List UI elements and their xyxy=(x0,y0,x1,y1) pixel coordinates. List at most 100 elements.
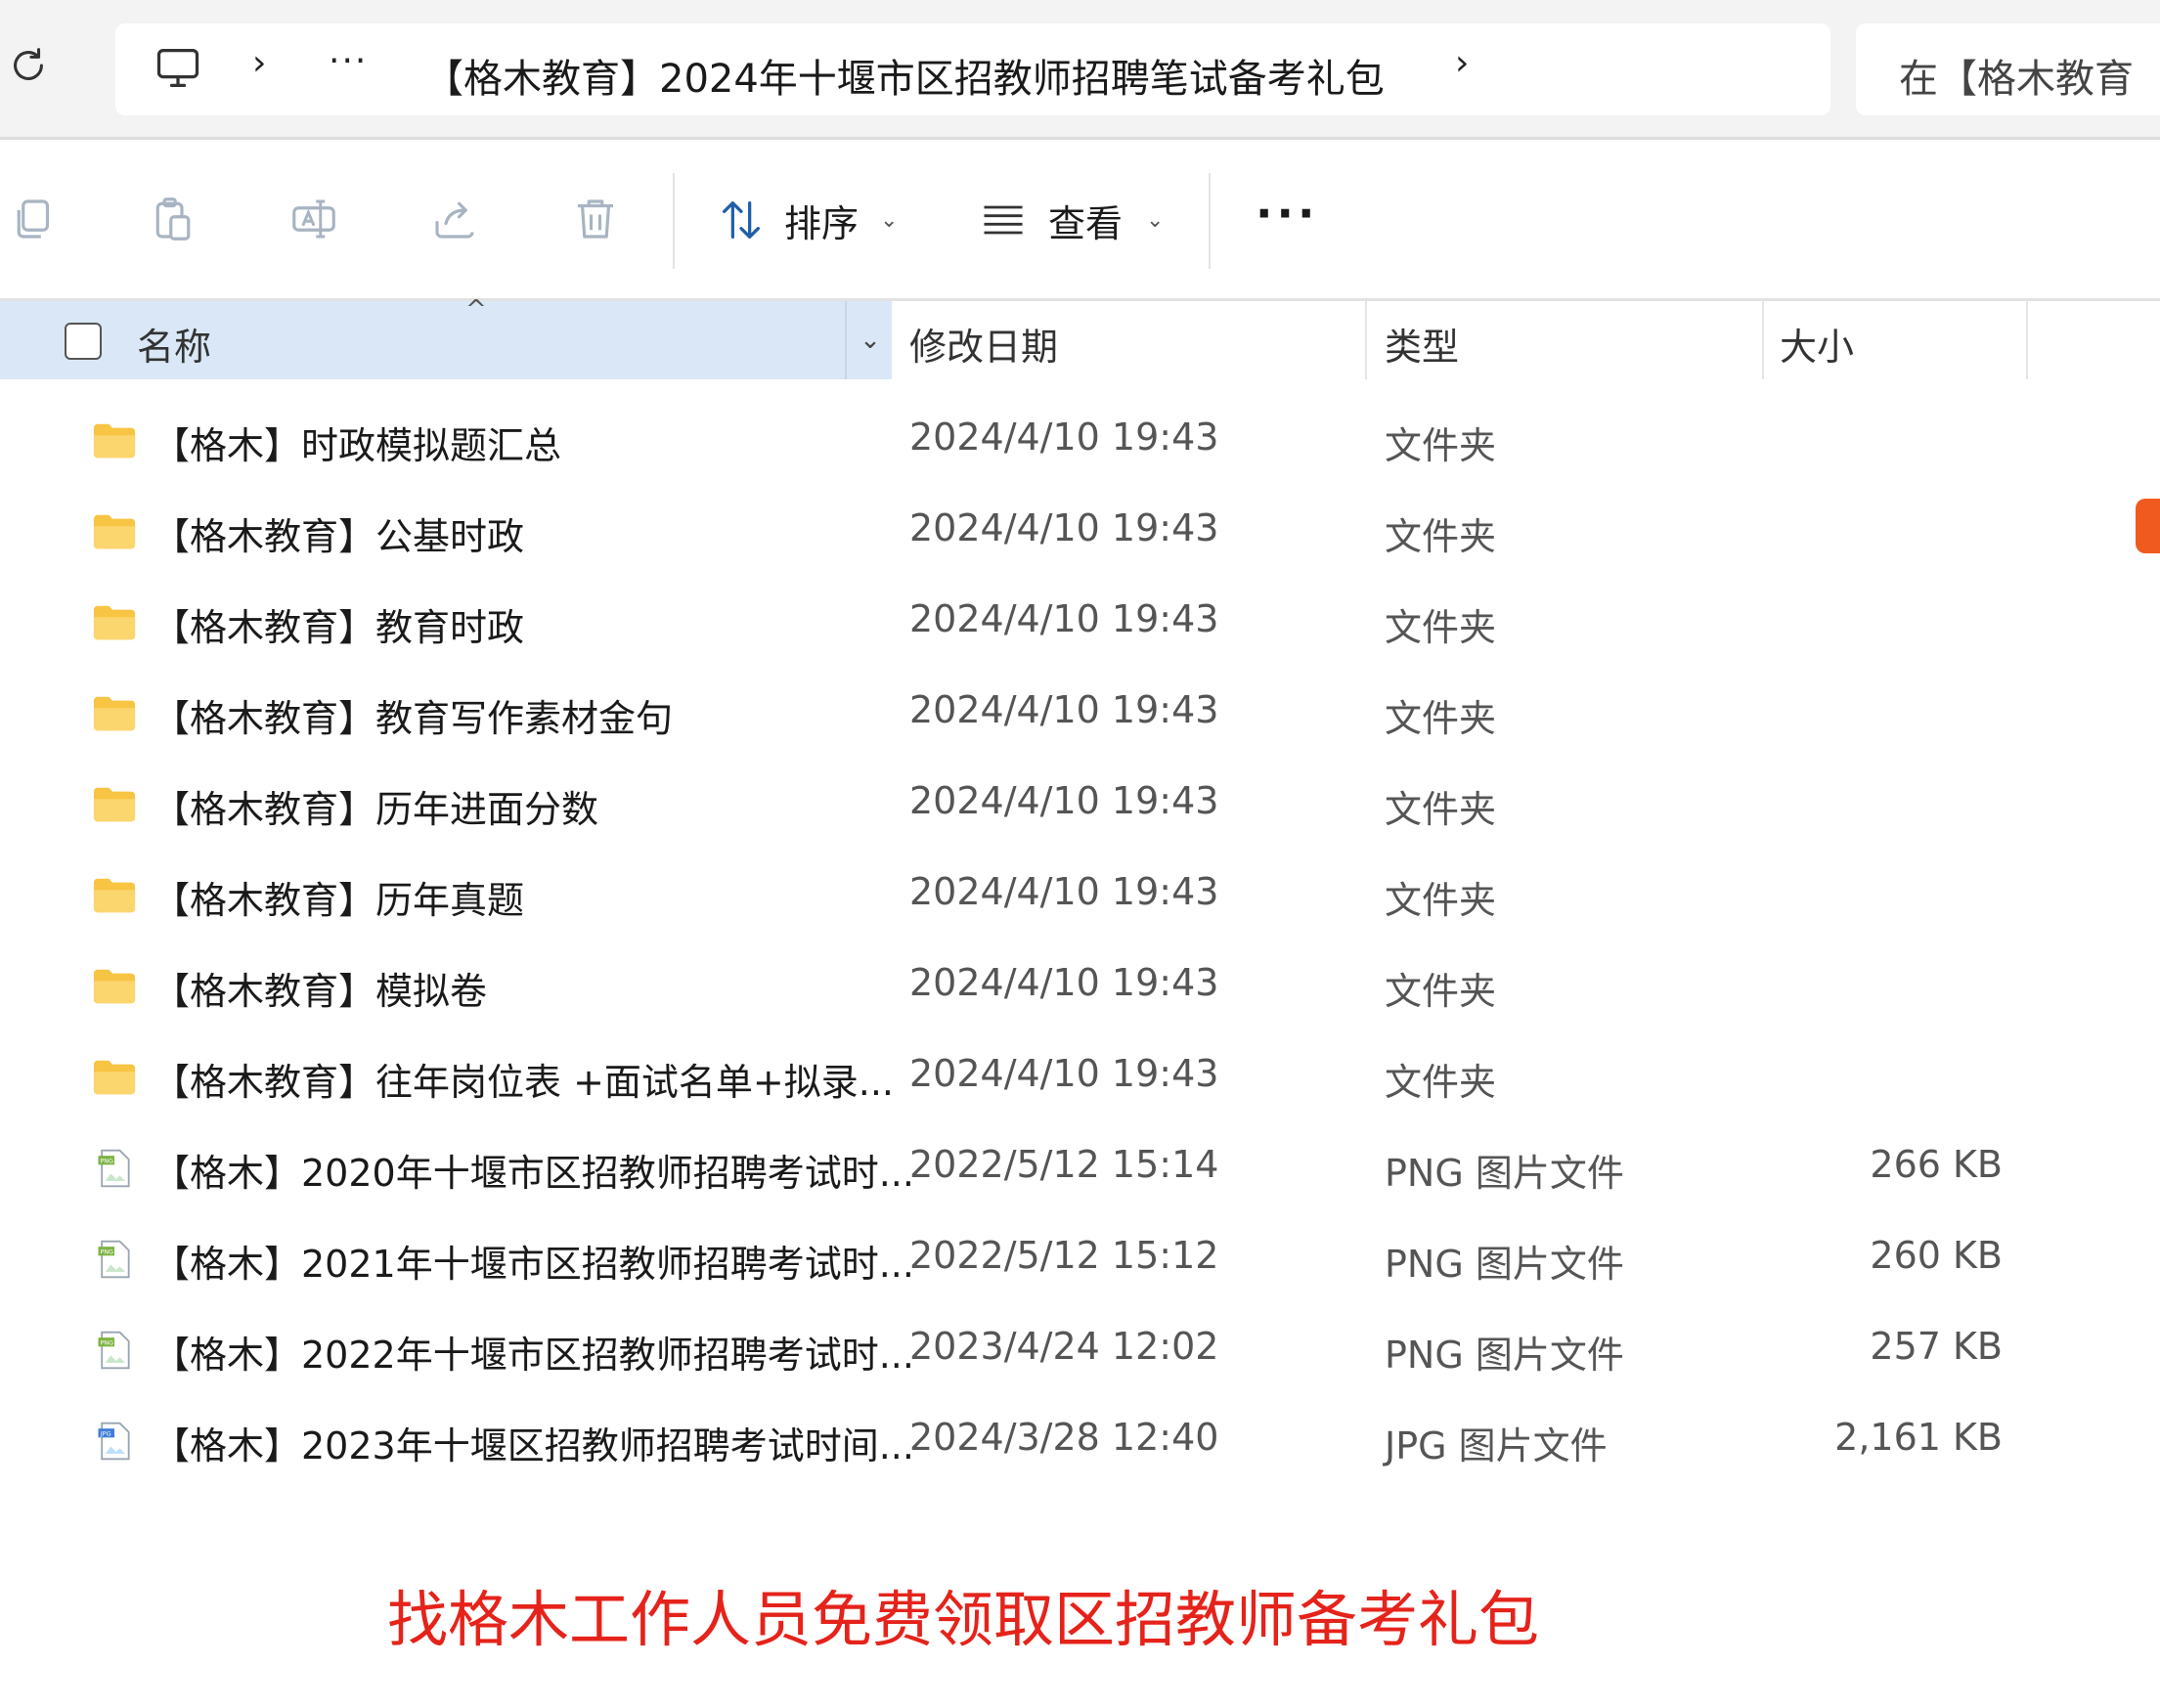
column-divider[interactable] xyxy=(1762,301,1764,379)
address-bar-region: › ··· 【格木教育】2024年十堰市区招教师招聘笔试备考礼包 › 在【格木教… xyxy=(0,0,2160,140)
file-type: PNG 图片文件 xyxy=(1385,1152,1624,1195)
file-type: 文件夹 xyxy=(1385,970,1497,1013)
file-row[interactable]: PNG 【格木】2021年十堰市区招教师招聘考试时... 2022/5/12 1… xyxy=(0,1214,2160,1305)
column-header-row: 名称 ^ ⌄ 修改日期 类型 大小 xyxy=(0,295,2160,379)
svg-text:PNG: PNG xyxy=(100,1248,113,1256)
breadcrumb-chevron-icon[interactable]: › xyxy=(252,43,266,83)
file-type: 文件夹 xyxy=(1385,424,1497,467)
column-divider[interactable] xyxy=(2026,301,2028,379)
promo-banner-text: 找格木工作人员免费领取区招教师备考礼包 xyxy=(386,1584,1539,1655)
select-all-checkbox[interactable] xyxy=(65,323,102,360)
file-type: JPG 图片文件 xyxy=(1385,1424,1608,1467)
file-date: 2022/5/12 15:14 xyxy=(909,1143,1219,1186)
file-name: 【格木教育】模拟卷 xyxy=(153,970,488,1013)
file-list: 【格木】时政模拟题汇总 2024/4/10 19:43 文件夹 【格木教育】公基… xyxy=(0,396,2160,1487)
file-size: 257 KB xyxy=(1870,1325,2003,1368)
sort-icon xyxy=(723,201,760,239)
chevron-down-icon: ⌄ xyxy=(880,207,899,233)
file-date: 2024/4/10 19:43 xyxy=(909,961,1219,1004)
file-row[interactable]: JPG 【格木】2023年十堰区招教师招聘考试时间... 2024/3/28 1… xyxy=(0,1396,2160,1487)
folder-icon xyxy=(93,423,136,459)
file-name: 【格木】2021年十堰市区招教师招聘考试时... xyxy=(153,1243,914,1286)
column-divider[interactable] xyxy=(1365,301,1367,379)
png-file-icon: PNG xyxy=(98,1149,130,1188)
file-name: 【格木教育】往年岗位表 +面试名单+拟录... xyxy=(153,1061,894,1104)
search-placeholder: 在【格木教育 xyxy=(1899,57,2134,102)
copy-icon[interactable] xyxy=(8,193,61,245)
sort-ascending-icon: ^ xyxy=(465,295,487,325)
file-date: 2024/4/10 19:43 xyxy=(909,688,1219,731)
file-row[interactable]: 【格木教育】往年岗位表 +面试名单+拟录... 2024/4/10 19:43 … xyxy=(0,1032,2160,1123)
breadcrumb-chevron-icon[interactable]: › xyxy=(1455,43,1469,83)
address-bar[interactable]: › ··· 【格木教育】2024年十堰市区招教师招聘笔试备考礼包 › xyxy=(115,23,1830,115)
file-date: 2024/4/10 19:43 xyxy=(909,506,1219,549)
search-box[interactable]: 在【格木教育 xyxy=(1856,23,2160,115)
file-date: 2024/4/10 19:43 xyxy=(909,597,1219,640)
view-button[interactable]: 查看 ⌄ xyxy=(978,191,1164,249)
png-file-icon: PNG xyxy=(98,1331,130,1370)
file-size: 266 KB xyxy=(1870,1143,2003,1186)
png-file-icon: PNG xyxy=(98,1240,130,1279)
column-dropdown-chevron-icon[interactable]: ⌄ xyxy=(845,301,894,379)
breadcrumb-overflow-button[interactable]: ··· xyxy=(329,41,368,81)
breadcrumb-current-folder[interactable]: 【格木教育】2024年十堰市区招教师招聘笔试备考礼包 xyxy=(424,47,1385,104)
column-header-name[interactable]: 名称 ^ ⌄ xyxy=(0,295,894,379)
file-type: PNG 图片文件 xyxy=(1385,1334,1624,1377)
toolbar-divider xyxy=(673,173,675,269)
file-size: 2,161 KB xyxy=(1834,1416,2003,1459)
view-lines-icon xyxy=(984,205,1023,235)
folder-icon xyxy=(93,1060,136,1095)
folder-icon xyxy=(93,878,136,913)
file-name: 【格木教育】公基时政 xyxy=(153,515,525,558)
svg-text:JPG: JPG xyxy=(100,1430,111,1438)
jpg-file-icon: JPG xyxy=(98,1422,130,1461)
view-label: 查看 xyxy=(1048,201,1124,245)
file-row[interactable]: 【格木教育】历年真题 2024/4/10 19:43 文件夹 xyxy=(0,851,2160,942)
file-name: 【格木】时政模拟题汇总 xyxy=(153,424,562,467)
file-row[interactable]: 【格木教育】教育写作素材金句 2024/4/10 19:43 文件夹 xyxy=(0,669,2160,760)
toolbar-divider xyxy=(1209,173,1211,269)
rename-icon[interactable] xyxy=(287,193,340,245)
file-row[interactable]: 【格木教育】公基时政 2024/4/10 19:43 文件夹 xyxy=(0,487,2160,578)
folder-icon xyxy=(93,787,136,822)
share-icon[interactable] xyxy=(428,193,481,245)
file-name: 【格木】2020年十堰市区招教师招聘考试时... xyxy=(153,1152,914,1195)
column-header-date[interactable]: 修改日期 xyxy=(909,317,1058,371)
file-row[interactable]: 【格木教育】历年进面分数 2024/4/10 19:43 文件夹 xyxy=(0,760,2160,851)
file-date: 2024/4/10 19:43 xyxy=(909,779,1219,822)
floating-side-badge-icon[interactable] xyxy=(2136,499,2160,553)
file-type: 文件夹 xyxy=(1385,879,1497,922)
file-name: 【格木教育】历年真题 xyxy=(153,879,525,922)
sort-button[interactable]: 排序 ⌄ xyxy=(716,191,898,249)
delete-icon[interactable] xyxy=(569,193,622,245)
file-row[interactable]: 【格木】时政模拟题汇总 2024/4/10 19:43 文件夹 xyxy=(0,396,2160,487)
column-header-type[interactable]: 类型 xyxy=(1385,317,1459,371)
file-date: 2024/4/10 19:43 xyxy=(909,870,1219,913)
column-header-size[interactable]: 大小 xyxy=(1780,317,1854,371)
svg-text:PNG: PNG xyxy=(100,1158,113,1165)
this-pc-icon[interactable] xyxy=(153,43,203,94)
file-name: 【格木教育】教育写作素材金句 xyxy=(153,697,674,740)
refresh-icon[interactable] xyxy=(6,43,51,88)
file-type: 文件夹 xyxy=(1385,788,1497,831)
file-row[interactable]: 【格木教育】教育时政 2024/4/10 19:43 文件夹 xyxy=(0,578,2160,669)
file-row[interactable]: 【格木教育】模拟卷 2024/4/10 19:43 文件夹 xyxy=(0,942,2160,1032)
file-date: 2023/4/24 12:02 xyxy=(909,1325,1219,1368)
file-date: 2024/3/28 12:40 xyxy=(909,1416,1219,1459)
file-size: 260 KB xyxy=(1870,1234,2003,1277)
file-type: 文件夹 xyxy=(1385,1061,1497,1104)
file-date: 2022/5/12 15:12 xyxy=(909,1234,1219,1277)
file-row[interactable]: PNG 【格木】2022年十堰市区招教师招聘考试时... 2023/4/24 1… xyxy=(0,1305,2160,1396)
file-name: 【格木】2022年十堰市区招教师招聘考试时... xyxy=(153,1334,914,1377)
file-type: 文件夹 xyxy=(1385,697,1497,740)
file-name: 【格木教育】历年进面分数 xyxy=(153,788,599,831)
file-type: 文件夹 xyxy=(1385,515,1497,558)
more-options-button[interactable]: ··· xyxy=(1256,187,1318,240)
file-row[interactable]: PNG 【格木】2020年十堰市区招教师招聘考试时... 2022/5/12 1… xyxy=(0,1123,2160,1214)
sort-label: 排序 xyxy=(784,201,860,245)
paste-icon[interactable] xyxy=(147,193,199,245)
folder-icon xyxy=(93,514,136,549)
folder-icon xyxy=(93,696,136,731)
chevron-down-icon: ⌄ xyxy=(1146,207,1165,233)
column-header-name-label: 名称 xyxy=(137,326,212,369)
